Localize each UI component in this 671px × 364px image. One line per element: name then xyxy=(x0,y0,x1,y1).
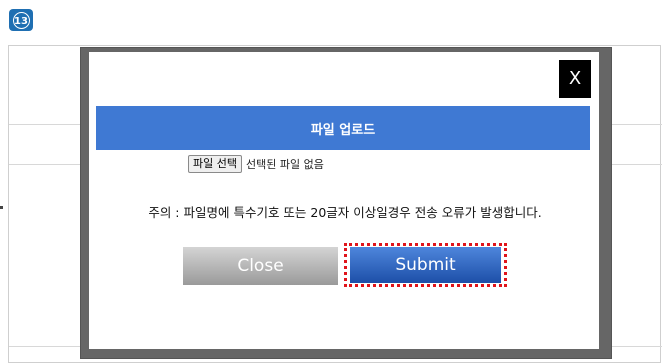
file-input: 파일 선택 선택된 파일 없음 xyxy=(188,154,324,174)
background-marker xyxy=(0,206,3,209)
close-button[interactable]: Close xyxy=(183,247,338,285)
close-x-button[interactable]: X xyxy=(559,60,591,98)
filename-warning-text: 주의 : 파일명에 특수기호 또는 20글자 이상일경우 전송 오류가 발생합니… xyxy=(148,205,542,220)
file-upload-dialog xyxy=(89,52,599,349)
background-divider xyxy=(9,164,89,165)
dialog-title-bar: 파일 업로드 xyxy=(96,106,590,150)
background-divider xyxy=(9,124,89,125)
choose-file-button[interactable]: 파일 선택 xyxy=(188,155,242,173)
background-divider xyxy=(9,346,89,347)
step-number: 13 xyxy=(12,11,30,29)
dialog-title: 파일 업로드 xyxy=(310,122,376,138)
step-number-badge: 13 xyxy=(9,9,33,31)
submit-button[interactable]: Submit xyxy=(350,247,501,283)
file-status-text: 선택된 파일 없음 xyxy=(245,158,324,171)
